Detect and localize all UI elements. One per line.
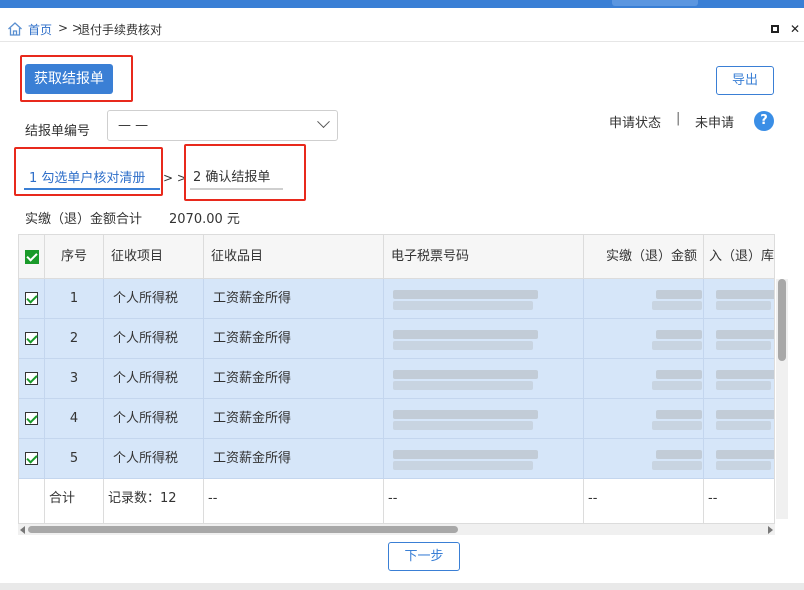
status-value: 未申请 [695,116,735,131]
row-checkbox-cell [19,439,45,479]
row-ticket-no-redacted [384,399,584,439]
table-row[interactable]: 4 个人所得税 工资薪金所得 [19,399,774,439]
breadcrumb-home-link[interactable]: 首页 [28,21,52,38]
row-category: 工资薪金所得 [204,439,384,479]
table-row[interactable]: 2 个人所得税 工资薪金所得 [19,319,774,359]
step-tab-inactive-indicator [190,188,283,190]
row-item: 个人所得税 [104,399,204,439]
top-bar-tab[interactable] [612,0,698,6]
footer-empty-cell [19,479,45,523]
row-checkbox-cell [19,279,45,319]
row-ticket-no-redacted [384,319,584,359]
total-amount-value: 2070.00 元 [169,212,240,227]
table-vertical-scrollbar[interactable] [776,279,788,519]
select-all-checkbox[interactable] [25,250,39,264]
column-header-category[interactable]: 征收品目 [204,235,384,279]
row-ticket-no-redacted [384,359,584,399]
row-warehouse-redacted [704,279,774,319]
table-footer-row: 合计 记录数：12 -- -- -- -- [19,479,774,523]
row-category: 工资薪金所得 [204,399,384,439]
row-amount-redacted [584,439,704,479]
footer-record-count: 记录数：12 [104,479,204,523]
table-row[interactable]: 1 个人所得税 工资薪金所得 [19,279,774,319]
footer-dash: -- [708,491,718,506]
report-number-select[interactable]: — — [107,110,338,141]
help-icon[interactable]: ? [754,111,774,131]
row-checkbox[interactable] [25,412,38,425]
column-header-warehouse[interactable]: 入（退）库 [704,235,774,279]
report-number-label: 结报单编号 [25,124,91,139]
footer-dash: -- [584,479,704,523]
row-item: 个人所得税 [104,279,204,319]
scroll-right-icon[interactable] [768,526,773,534]
breadcrumb-bar: 首页 > > 退付手续费核对 ✕ [0,8,804,42]
bottom-status-bar [0,583,804,590]
table-row[interactable]: 5 个人所得税 工资薪金所得 [19,439,774,479]
horizontal-scroll-thumb[interactable] [28,526,458,533]
fetch-report-button[interactable]: 获取结报单 [25,64,113,94]
column-header-amount[interactable]: 实缴（退）金额 [584,235,704,279]
row-no: 3 [45,359,104,399]
row-item: 个人所得税 [104,359,204,399]
column-header-item[interactable]: 征收项目 [104,235,204,279]
row-no: 5 [45,439,104,479]
row-category: 工资薪金所得 [204,279,384,319]
status-separator: | [676,111,681,126]
row-amount-redacted [584,359,704,399]
row-checkbox[interactable] [25,332,38,345]
step-arrow: > > [163,171,187,185]
export-button[interactable]: 导出 [716,66,774,95]
footer-total-label: 合计 [45,479,104,523]
row-warehouse-redacted [704,359,774,399]
row-ticket-no-redacted [384,439,584,479]
step-tab-confirm-report[interactable]: 2 确认结报单 [193,166,270,185]
row-category: 工资薪金所得 [204,319,384,359]
column-header-ticket-no[interactable]: 电子税票号码 [384,235,584,279]
row-category: 工资薪金所得 [204,359,384,399]
row-amount-redacted [584,399,704,439]
row-no: 4 [45,399,104,439]
step-tab-active-indicator [24,188,160,190]
footer-dash: -- [384,479,584,523]
vertical-scroll-thumb[interactable] [778,279,786,361]
row-warehouse-redacted [704,399,774,439]
column-header-no[interactable]: 序号 [45,235,104,279]
row-checkbox[interactable] [25,372,38,385]
row-checkbox-cell [19,359,45,399]
top-app-bar [0,0,804,8]
row-amount-redacted [584,319,704,359]
detail-table: 序号 征收项目 征收品目 电子税票号码 实缴（退）金额 入（退）库 1 个人所得… [18,234,775,535]
row-item: 个人所得税 [104,319,204,359]
breadcrumb-current: 退付手续费核对 [78,23,163,37]
table-header: 序号 征收项目 征收品目 电子税票号码 实缴（退）金额 入（退）库 [19,235,774,279]
row-warehouse-redacted [704,319,774,359]
total-amount-label: 实缴（退）金额合计 [25,212,143,227]
close-window-icon[interactable]: ✕ [788,22,802,36]
row-no: 2 [45,319,104,359]
row-warehouse-redacted [704,439,774,479]
table-horizontal-scrollbar[interactable] [18,523,775,535]
footer-dash: -- [204,479,384,523]
row-checkbox-cell [19,319,45,359]
row-amount-redacted [584,279,704,319]
home-icon[interactable] [7,21,23,37]
step-tab-select-list[interactable]: 1 勾选单户核对清册 [29,167,145,186]
row-checkbox-cell [19,399,45,439]
row-no: 1 [45,279,104,319]
row-checkbox[interactable] [25,452,38,465]
row-checkbox[interactable] [25,292,38,305]
report-number-value: — — [118,118,149,133]
restore-window-icon[interactable] [768,22,782,36]
status-label: 申请状态 [609,116,662,131]
header-checkbox-cell [19,235,45,279]
table-row[interactable]: 3 个人所得税 工资薪金所得 [19,359,774,399]
scroll-left-icon[interactable] [20,526,25,534]
chevron-down-icon [317,115,330,129]
row-ticket-no-redacted [384,279,584,319]
row-item: 个人所得税 [104,439,204,479]
next-step-button[interactable]: 下一步 [388,542,460,571]
